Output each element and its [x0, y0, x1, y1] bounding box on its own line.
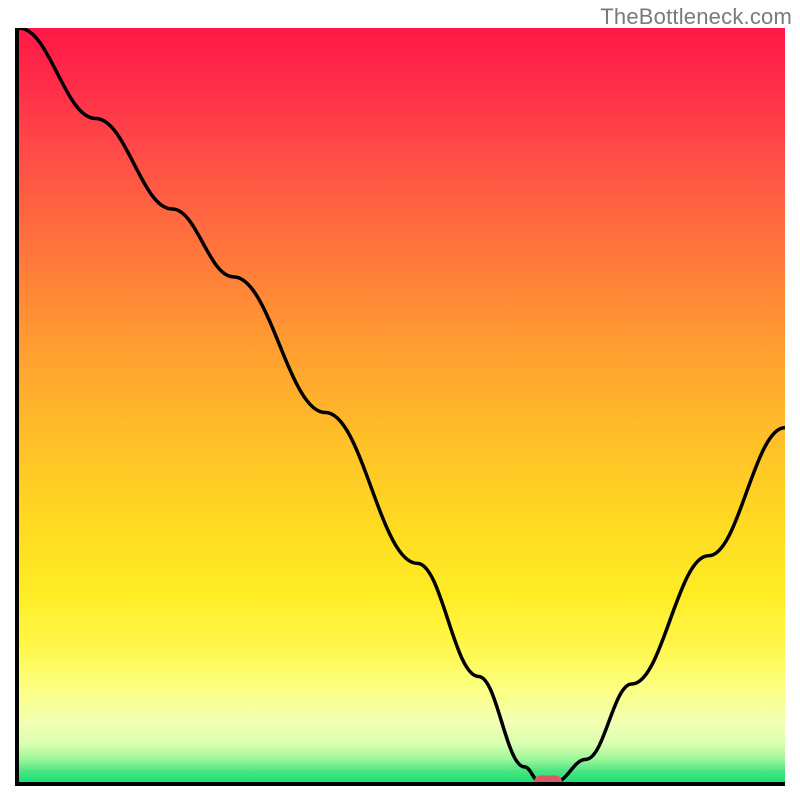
plot-area	[15, 28, 785, 786]
curve-svg	[19, 28, 785, 782]
chart-container: TheBottleneck.com	[0, 0, 800, 800]
optimal-marker	[534, 776, 562, 787]
attribution-text: TheBottleneck.com	[600, 4, 792, 30]
curve-line	[19, 28, 785, 782]
